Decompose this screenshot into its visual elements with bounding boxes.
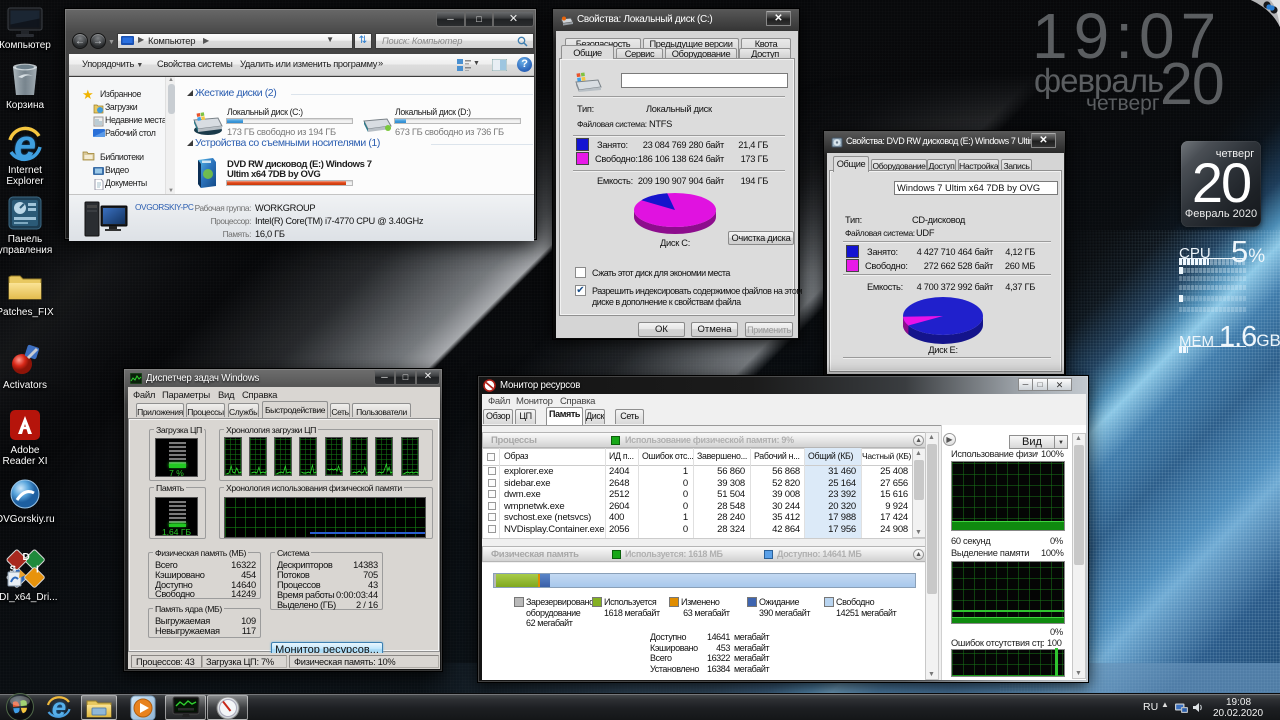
svg-text:I: I bbox=[36, 565, 39, 576]
svg-text:D: D bbox=[23, 552, 30, 563]
